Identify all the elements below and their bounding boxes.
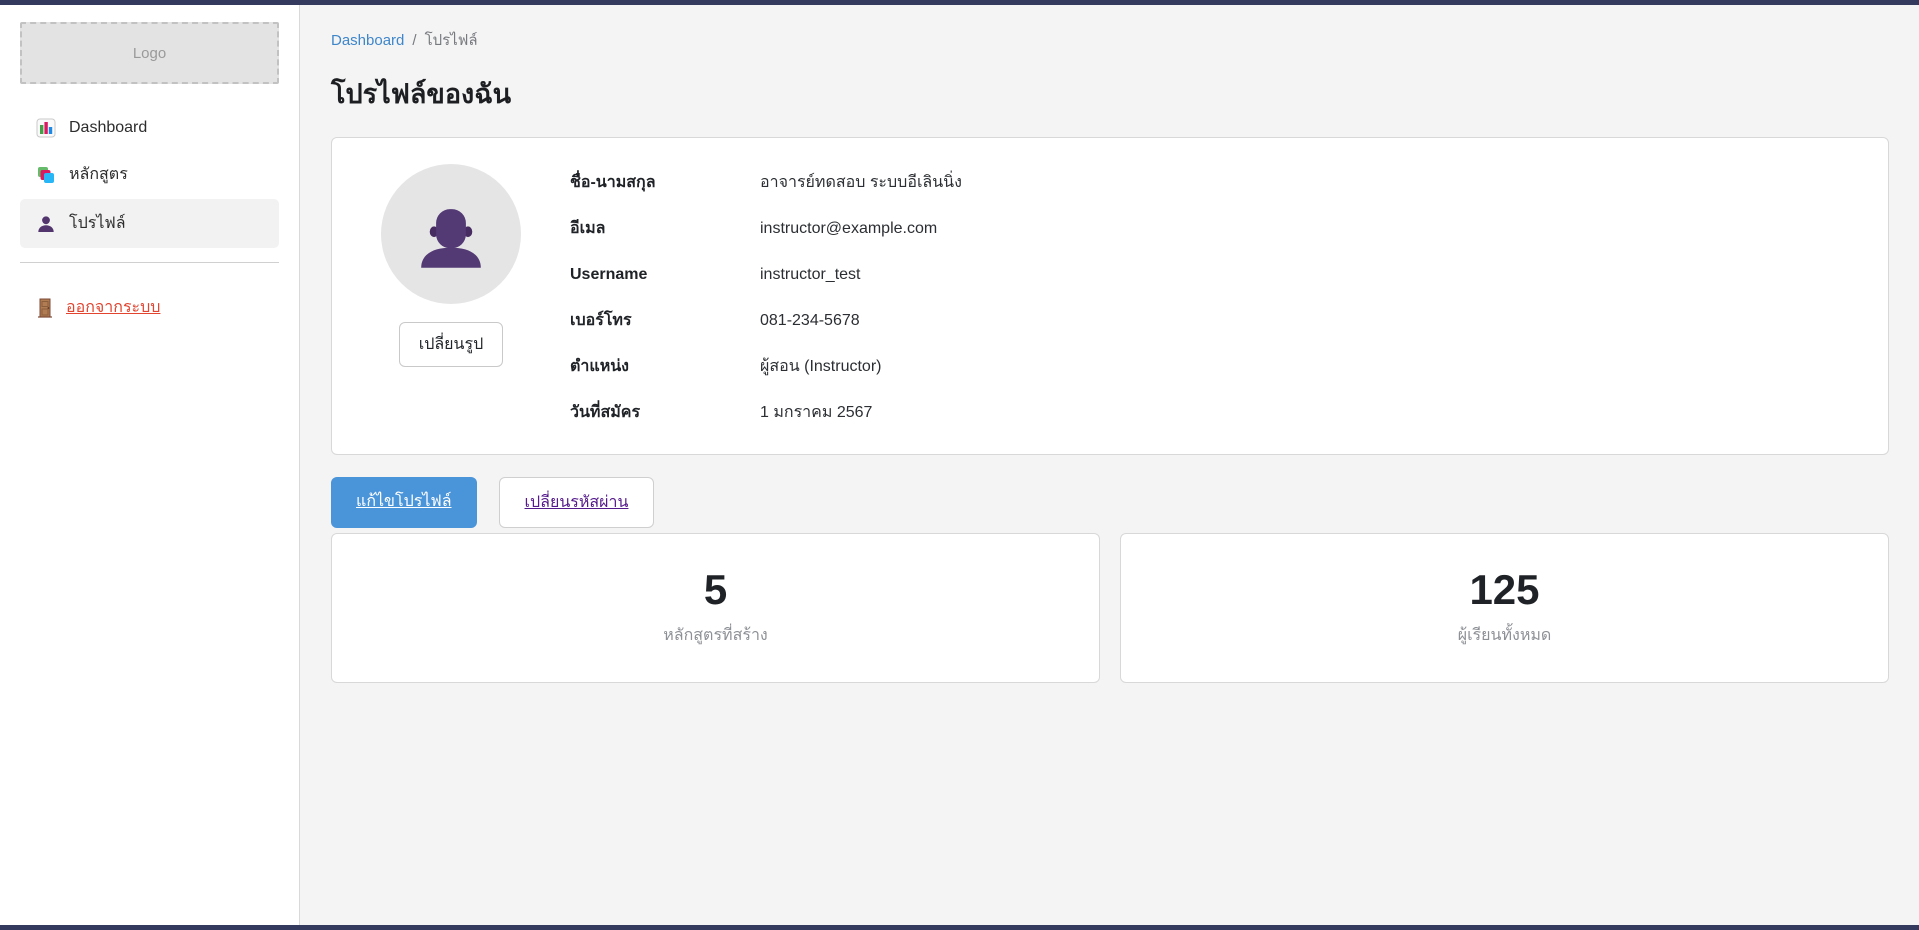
breadcrumb-dashboard-link[interactable]: Dashboard — [331, 32, 404, 49]
stat-value: 125 — [1469, 569, 1539, 611]
breadcrumb: Dashboard / โปรไฟล์ — [331, 28, 1889, 52]
stat-label: ผู้เรียนทั้งหมด — [1458, 623, 1552, 648]
sidebar-item-dashboard[interactable]: Dashboard — [20, 106, 279, 150]
field-row-username: Username instructor_test — [570, 264, 1864, 286]
stat-card-courses-created: 5 หลักสูตรที่สร้าง — [331, 533, 1100, 683]
field-value: instructor@example.com — [760, 218, 937, 240]
person-icon — [36, 214, 56, 234]
stat-label: หลักสูตรที่สร้าง — [663, 623, 768, 648]
field-label: Username — [570, 264, 760, 286]
avatar-column: เปลี่ยนรูป — [356, 164, 546, 424]
sidebar-item-label: หลักสูตร — [69, 162, 128, 187]
books-icon — [36, 165, 56, 185]
field-row-register-date: วันที่สมัคร 1 มกราคม 2567 — [570, 402, 1864, 424]
profile-card: เปลี่ยนรูป ชื่อ-นามสกุล อาจารย์ทดสอบ ระบ… — [331, 137, 1889, 455]
sidebar-item-label: Dashboard — [69, 119, 147, 137]
field-value: อาจารย์ทดสอบ ระบบอีเลินนิ่ง — [760, 172, 962, 194]
top-border-bar — [0, 0, 1919, 5]
field-label: ชื่อ-นามสกุล — [570, 172, 760, 194]
field-value: instructor_test — [760, 264, 860, 286]
stats-row: 5 หลักสูตรที่สร้าง 125 ผู้เรียนทั้งหมด — [331, 533, 1889, 683]
logo-placeholder: Logo — [20, 22, 279, 84]
sidebar-item-profile[interactable]: โปรไฟล์ — [20, 199, 279, 248]
field-row-email: อีเมล instructor@example.com — [570, 218, 1864, 240]
field-label: ตำแหน่ง — [570, 356, 760, 378]
field-row-position: ตำแหน่ง ผู้สอน (Instructor) — [570, 356, 1864, 378]
field-row-name: ชื่อ-นามสกุล อาจารย์ทดสอบ ระบบอีเลินนิ่ง — [570, 172, 1864, 194]
stat-value: 5 — [704, 569, 727, 611]
change-password-button[interactable]: เปลี่ยนรหัสผ่าน — [499, 477, 655, 528]
field-label: วันที่สมัคร — [570, 402, 760, 424]
logout-link[interactable]: ออกจากระบบ — [36, 295, 160, 320]
sidebar-item-courses[interactable]: หลักสูตร — [20, 150, 279, 199]
field-label: เบอร์โทร — [570, 310, 760, 332]
sidebar-divider — [20, 262, 279, 263]
breadcrumb-current: โปรไฟล์ — [425, 28, 478, 52]
avatar — [381, 164, 521, 304]
main-content: Dashboard / โปรไฟล์ โปรไฟล์ของฉัน เปลี่ย… — [301, 0, 1919, 683]
sidebar: Logo Dashboard หลักสูตร โปรไฟล์ ออกจากระ… — [0, 5, 300, 925]
sidebar-nav: Dashboard หลักสูตร โปรไฟล์ — [20, 106, 279, 248]
field-value: 081-234-5678 — [760, 310, 860, 332]
person-bust-icon — [414, 204, 488, 278]
edit-profile-button[interactable]: แก้ไขโปรไฟล์ — [331, 477, 477, 528]
bottom-border-bar — [0, 925, 1919, 930]
profile-fields: ชื่อ-นามสกุล อาจารย์ทดสอบ ระบบอีเลินนิ่ง… — [570, 164, 1864, 424]
stat-card-total-learners: 125 ผู้เรียนทั้งหมด — [1120, 533, 1889, 683]
field-row-phone: เบอร์โทร 081-234-5678 — [570, 310, 1864, 332]
logo-text: Logo — [133, 45, 166, 62]
logout-label: ออกจากระบบ — [66, 295, 160, 320]
door-icon — [36, 298, 54, 318]
profile-actions: แก้ไขโปรไฟล์ เปลี่ยนรหัสผ่าน — [331, 477, 1889, 528]
page-title: โปรไฟล์ของฉัน — [331, 72, 1889, 115]
bar-chart-icon — [36, 118, 56, 138]
change-photo-button[interactable]: เปลี่ยนรูป — [399, 322, 504, 367]
field-value: ผู้สอน (Instructor) — [760, 356, 881, 378]
field-value: 1 มกราคม 2567 — [760, 402, 872, 424]
breadcrumb-separator: / — [412, 32, 416, 49]
field-label: อีเมล — [570, 218, 760, 240]
sidebar-item-label: โปรไฟล์ — [69, 211, 126, 236]
